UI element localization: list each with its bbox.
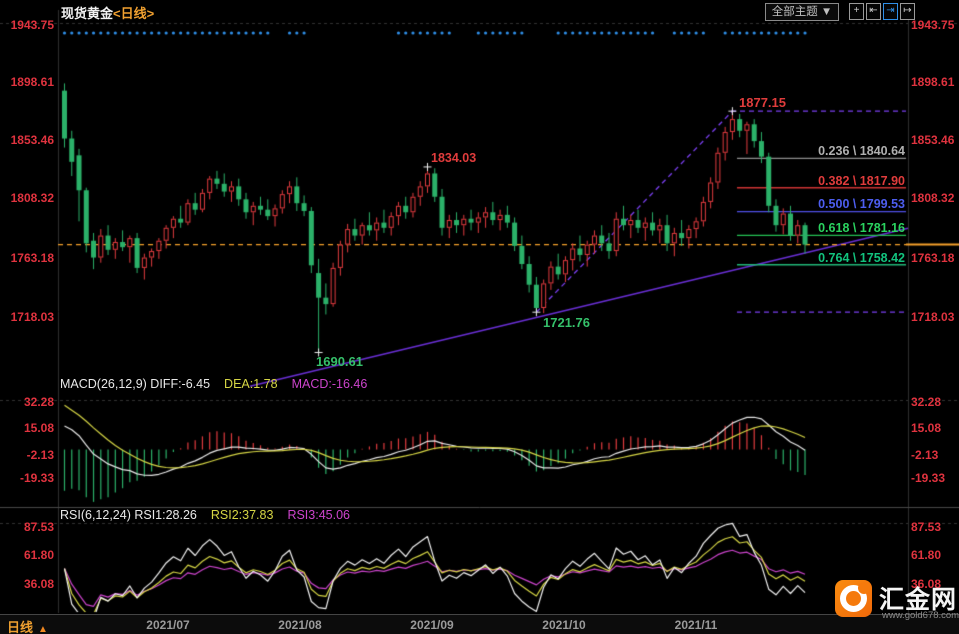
- price-axis-label: 1853.46: [10, 133, 54, 147]
- period-tag: <日线>: [113, 6, 155, 21]
- high-annotation: 1834.03: [431, 151, 477, 165]
- compress-axis-icon[interactable]: ⇤: [866, 3, 881, 20]
- macd-axis-label: 15.08: [911, 421, 942, 435]
- theme-selector[interactable]: 全部主题 ▼: [765, 3, 839, 21]
- price-axis-label: 1763.18: [911, 251, 955, 265]
- fib-level-label: 0.764 \ 1758.42: [818, 251, 905, 265]
- price-axis-label: 1808.32: [911, 191, 955, 205]
- chart-title: 现货黄金<日线>: [61, 3, 154, 22]
- low-annotation: 1690.61: [316, 354, 363, 369]
- instrument-name: 现货黄金: [61, 6, 114, 21]
- pan-tool-icon[interactable]: +: [849, 3, 864, 20]
- price-axis-label: 1718.03: [911, 310, 955, 324]
- macd-axis-label: -2.13: [26, 448, 54, 462]
- price-axis-label: 1898.61: [10, 75, 54, 89]
- fib-level-label: 0.618 \ 1781.16: [818, 221, 905, 235]
- brand-url: www.gold678.com: [882, 610, 959, 621]
- trading-app: 现货黄金<日线> 全部主题 ▼ + ⇤ ⇥ ↦ 1943.75 1898.61 …: [0, 0, 959, 634]
- price-axis-label: 1898.61: [911, 75, 955, 89]
- macd-axis-label: 32.28: [911, 395, 942, 409]
- macd-diff-value: MACD(26,12,9) DIFF:-6.45: [60, 377, 211, 391]
- macd-header: MACD(26,12,9) DIFF:-6.45 DEA:1.78 MACD:-16…: [60, 377, 367, 391]
- time-axis-label: 2021/11: [674, 618, 718, 632]
- rsi2-value: RSI2:37.83: [210, 508, 274, 522]
- period-tab-daily[interactable]: 日线 ▲: [7, 617, 48, 634]
- fib-level-label: 0.236 \ 1840.64: [818, 144, 905, 158]
- macd-axis-label: 32.28: [23, 395, 54, 409]
- price-axis-label: 1808.32: [10, 191, 54, 205]
- time-axis-label: 2021/08: [278, 618, 322, 632]
- price-axis-label: 1763.18: [10, 251, 54, 265]
- macd-axis-label: -19.33: [19, 471, 54, 485]
- rsi-axis-label: 36.08: [23, 577, 54, 591]
- fib-level-label: 0.500 \ 1799.53: [818, 197, 905, 211]
- price-axis-label: 1943.75: [10, 18, 54, 32]
- rsi-axis-label: 87.53: [911, 520, 942, 534]
- rsi-axis-label: 61.80: [23, 548, 54, 562]
- macd-axis-label: -2.13: [911, 448, 939, 462]
- fib-level-label: 0.382 \ 1817.90: [818, 174, 905, 188]
- rsi-header: RSI(6,12,24) RSI1:28.26 RSI2:37.83 RSI3:45…: [60, 508, 350, 522]
- brand-logo-icon: [835, 580, 872, 617]
- price-axis-label: 1943.75: [911, 18, 955, 32]
- time-axis-bar: 日线 ▲ 2021/07 2021/08 2021/09 2021/10 2021…: [0, 614, 959, 634]
- low-annotation: 1721.76: [543, 315, 590, 330]
- period-tab-label: 日线: [7, 620, 34, 634]
- time-axis-label: 2021/10: [542, 618, 586, 632]
- rsi1-value: RSI(6,12,24) RSI1:28.26: [60, 508, 197, 522]
- price-axis-label: 1718.03: [10, 310, 54, 324]
- macd-value: MACD:-16.46: [291, 377, 368, 391]
- brand-watermark: 汇金网 www.gold678.com: [835, 580, 959, 622]
- triangle-up-icon: ▲: [38, 624, 48, 634]
- rsi3-value: RSI3:45.06: [287, 508, 350, 522]
- macd-axis-label: -19.33: [911, 471, 946, 485]
- time-axis-label: 2021/09: [410, 618, 454, 632]
- expand-axis-icon[interactable]: ⇥: [883, 3, 898, 20]
- rsi-axis-label: 61.80: [911, 548, 942, 562]
- high-annotation: 1877.15: [739, 95, 786, 110]
- macd-dea-value: DEA:1.78: [224, 377, 278, 391]
- time-axis-label: 2021/07: [146, 618, 190, 632]
- chart-toolbar: + ⇤ ⇥ ↦: [849, 3, 915, 20]
- price-axis-label: 1853.46: [911, 133, 955, 147]
- rsi-axis-label: 87.53: [23, 520, 54, 534]
- chart-canvas[interactable]: [0, 0, 959, 634]
- macd-axis-label: 15.08: [23, 421, 54, 435]
